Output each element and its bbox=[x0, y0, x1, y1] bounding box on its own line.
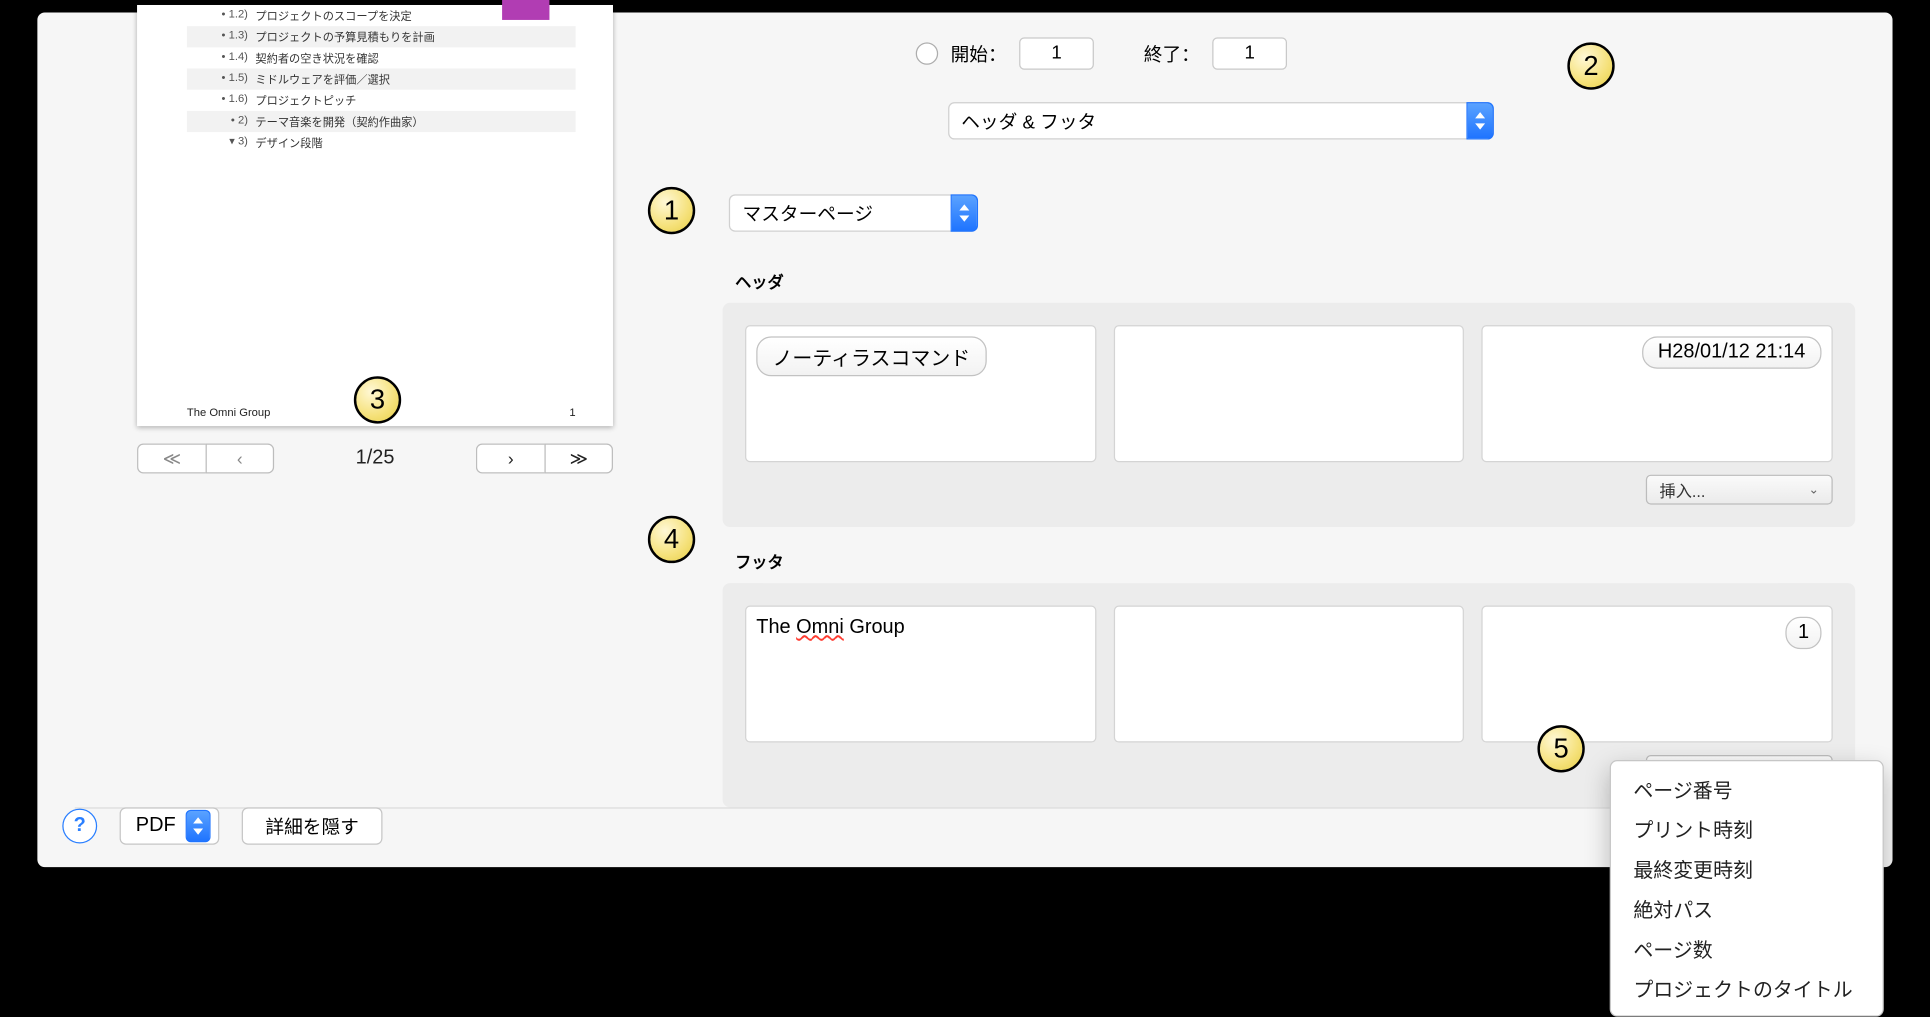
header-section-title: ヘッダ bbox=[735, 269, 1855, 293]
insert-menu-item[interactable]: 絶対パス bbox=[1611, 888, 1883, 928]
callout-3: 3 bbox=[354, 376, 401, 423]
footer-center-box[interactable] bbox=[1113, 606, 1464, 743]
footer-right-box[interactable]: 1 bbox=[1482, 606, 1833, 743]
page-indicator: 1/25 bbox=[274, 447, 476, 469]
preview-page: • 1.2)プロジェクトのスコープを決定• 1.3)プロジェクトの予算見積もりを… bbox=[137, 5, 613, 426]
outline-text: テーマ音楽を開発（契約作曲家） bbox=[255, 113, 575, 129]
outline-text: デザイン段階 bbox=[255, 135, 575, 151]
section-select[interactable]: ヘッダ & フッタ bbox=[948, 102, 1494, 139]
outline-row: • 1.5)ミドルウェアを評価／選択 bbox=[187, 69, 576, 90]
callout-1: 1 bbox=[648, 187, 695, 234]
outline-number: • 1.2) bbox=[187, 7, 256, 19]
insert-menu-item[interactable]: ページ数 bbox=[1611, 928, 1883, 968]
outline-text: ミドルウェアを評価／選択 bbox=[255, 71, 575, 87]
range-from-radio[interactable] bbox=[916, 42, 938, 64]
outline-text: プロジェクトの予算見積もりを計画 bbox=[255, 29, 575, 45]
header-insert-button[interactable]: 挿入... ⌄ bbox=[1646, 475, 1833, 505]
callout-2: 2 bbox=[1567, 42, 1614, 89]
outline-text: プロジェクトのスコープを決定 bbox=[255, 7, 575, 23]
master-page-select[interactable]: マスターページ bbox=[729, 194, 978, 231]
last-page-button[interactable]: ≫ bbox=[544, 444, 613, 474]
section-select-label: ヘッダ & フッタ bbox=[961, 108, 1096, 134]
insert-menu-item[interactable]: ページ番号 bbox=[1611, 769, 1883, 809]
preview-footer-left: The Omni Group bbox=[187, 406, 271, 418]
outline-text: プロジェクトピッチ bbox=[255, 92, 575, 108]
start-input[interactable]: 1 bbox=[1019, 37, 1094, 69]
insert-popup-menu: ページ番号プリント時刻最終変更時刻絶対パスページ数プロジェクトのタイトル bbox=[1610, 760, 1884, 1017]
start-label: 開始： bbox=[951, 40, 1007, 66]
header-insert-label: 挿入... bbox=[1660, 478, 1706, 502]
outline-number: ▾ 3) bbox=[187, 135, 256, 149]
chevron-updown-icon bbox=[1466, 102, 1493, 139]
callout-4: 4 bbox=[648, 516, 695, 563]
outline-number: • 1.5) bbox=[187, 71, 256, 83]
print-dialog: • 1.2)プロジェクトのスコープを決定• 1.3)プロジェクトの予算見積もりを… bbox=[37, 12, 1892, 867]
outline-number: • 2) bbox=[187, 113, 256, 125]
header-center-box[interactable] bbox=[1113, 325, 1464, 462]
footer-left-box[interactable]: The Omni Group bbox=[745, 606, 1096, 743]
footer-right-token[interactable]: 1 bbox=[1786, 617, 1822, 649]
outline-row: • 1.6)プロジェクトピッチ bbox=[187, 90, 576, 111]
header-right-token[interactable]: H28/01/12 21:14 bbox=[1642, 336, 1822, 368]
end-label: 終了： bbox=[1144, 40, 1200, 66]
outline-row: ▾ 3)デザイン段階 bbox=[187, 132, 576, 153]
header-left-box[interactable]: ノーティラスコマンド bbox=[745, 325, 1096, 462]
outline-number: • 1.3) bbox=[187, 29, 256, 41]
footer-section-title: フッタ bbox=[735, 549, 1855, 573]
chevron-updown-icon bbox=[951, 194, 978, 231]
chevron-updown-icon bbox=[186, 810, 211, 842]
insert-menu-item[interactable]: プロジェクトのタイトル bbox=[1611, 968, 1883, 1008]
footer-left-text: The Omni Group bbox=[756, 617, 904, 638]
insert-menu-item[interactable]: 最終変更時刻 bbox=[1611, 848, 1883, 888]
header-panel: ノーティラスコマンド H28/01/12 21:14 挿入... ⌄ bbox=[723, 303, 1856, 527]
master-page-select-label: マスターページ bbox=[743, 200, 873, 226]
help-button[interactable]: ? bbox=[62, 809, 97, 844]
outline-number: • 1.4) bbox=[187, 50, 256, 62]
header-left-token[interactable]: ノーティラスコマンド bbox=[756, 336, 986, 376]
outline-row: • 1.4)契約者の空き状況を確認 bbox=[187, 47, 576, 68]
outline-text: 契約者の空き状況を確認 bbox=[255, 50, 575, 66]
preview-footer-right: 1 bbox=[569, 406, 575, 418]
hide-details-button[interactable]: 詳細を隠す bbox=[242, 807, 383, 844]
pdf-select-label: PDF bbox=[136, 815, 176, 837]
outline-row: • 2)テーマ音楽を開発（契約作曲家） bbox=[187, 111, 576, 132]
prev-page-button[interactable]: ‹ bbox=[206, 444, 275, 474]
first-page-button[interactable]: ≪ bbox=[137, 444, 206, 474]
outline-number: • 1.6) bbox=[187, 92, 256, 104]
chevron-down-icon: ⌄ bbox=[1809, 483, 1819, 497]
outline-row: • 1.2)プロジェクトのスコープを決定 bbox=[187, 5, 576, 26]
next-page-button[interactable]: › bbox=[476, 444, 545, 474]
callout-5: 5 bbox=[1537, 725, 1584, 772]
header-right-box[interactable]: H28/01/12 21:14 bbox=[1482, 325, 1833, 462]
outline-row: • 1.3)プロジェクトの予算見積もりを計画 bbox=[187, 26, 576, 47]
end-input[interactable]: 1 bbox=[1212, 37, 1287, 69]
pdf-select[interactable]: PDF bbox=[120, 807, 220, 844]
insert-menu-item[interactable]: プリント時刻 bbox=[1611, 809, 1883, 849]
